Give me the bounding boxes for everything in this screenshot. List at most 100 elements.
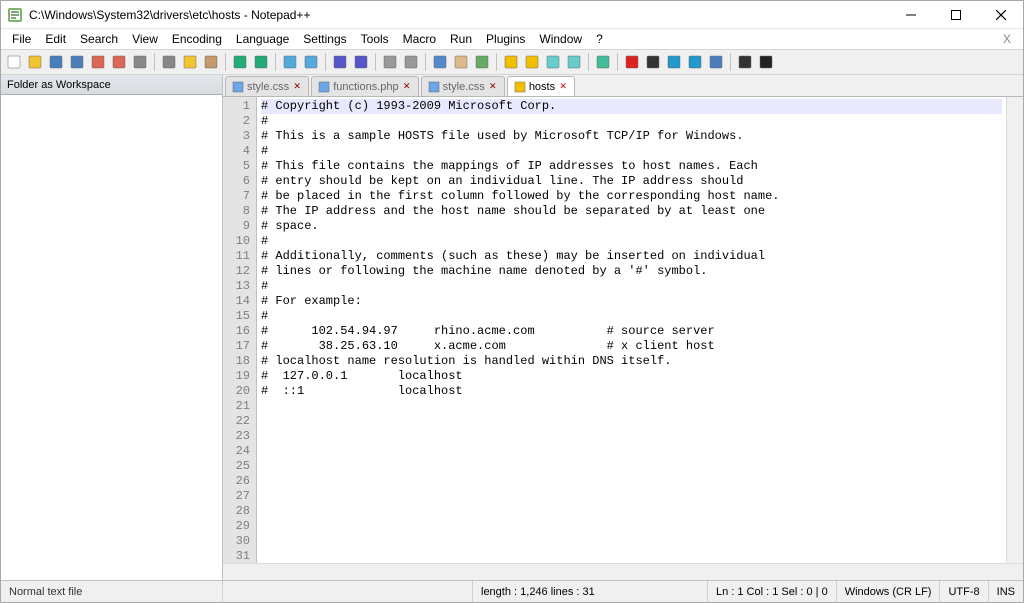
code-line[interactable]: #: [261, 279, 1002, 294]
func-list-icon[interactable]: [564, 52, 584, 72]
menu-settings[interactable]: Settings: [296, 30, 353, 48]
code-area[interactable]: # Copyright (c) 1993-2009 Microsoft Corp…: [257, 97, 1006, 563]
status-spacer: [223, 581, 473, 602]
tab-style-css[interactable]: style.css✕: [421, 76, 505, 96]
redo-icon[interactable]: [251, 52, 271, 72]
find-icon[interactable]: [280, 52, 300, 72]
code-line[interactable]: # Copyright (c) 1993-2009 Microsoft Corp…: [261, 99, 1002, 114]
code-line[interactable]: # localhost name resolution is handled w…: [261, 354, 1002, 369]
play-multi-icon[interactable]: [685, 52, 705, 72]
paste-icon[interactable]: [201, 52, 221, 72]
play-icon[interactable]: [664, 52, 684, 72]
copy-icon[interactable]: [180, 52, 200, 72]
close-button[interactable]: [978, 1, 1023, 29]
file-icon: [318, 81, 330, 93]
code-line[interactable]: [261, 549, 1002, 563]
minimize-button[interactable]: [888, 1, 933, 29]
code-line[interactable]: # lines or following the machine name de…: [261, 264, 1002, 279]
line-number-gutter: 1234567891011121314151617181920212223242…: [223, 97, 257, 563]
code-line[interactable]: # space.: [261, 219, 1002, 234]
menu-view[interactable]: View: [125, 30, 165, 48]
menubar-close-doc[interactable]: X: [996, 30, 1019, 48]
code-line[interactable]: #: [261, 114, 1002, 129]
code-line[interactable]: [261, 534, 1002, 549]
save-icon[interactable]: [46, 52, 66, 72]
editor[interactable]: 1234567891011121314151617181920212223242…: [223, 97, 1023, 563]
menu-encoding[interactable]: Encoding: [165, 30, 229, 48]
horizontal-scrollbar[interactable]: [223, 563, 1023, 580]
code-line[interactable]: [261, 519, 1002, 534]
code-line[interactable]: [261, 429, 1002, 444]
code-line[interactable]: [261, 489, 1002, 504]
tab-functions-php[interactable]: functions.php✕: [311, 76, 418, 96]
spell-check-icon[interactable]: [735, 52, 755, 72]
code-line[interactable]: # ::1 localhost: [261, 384, 1002, 399]
tab-close-icon[interactable]: ✕: [292, 82, 302, 92]
undo-icon[interactable]: [230, 52, 250, 72]
open-file-icon[interactable]: [25, 52, 45, 72]
maximize-button[interactable]: [933, 1, 978, 29]
print-icon[interactable]: [130, 52, 150, 72]
code-line[interactable]: #: [261, 234, 1002, 249]
file-icon: [428, 81, 440, 93]
code-line[interactable]: # The IP address and the host name shoul…: [261, 204, 1002, 219]
code-line[interactable]: [261, 414, 1002, 429]
new-file-icon[interactable]: [4, 52, 24, 72]
toggle-dark-icon[interactable]: [756, 52, 776, 72]
zoom-in-icon[interactable]: [330, 52, 350, 72]
code-line[interactable]: [261, 399, 1002, 414]
folder-icon[interactable]: [522, 52, 542, 72]
close-icon[interactable]: [88, 52, 108, 72]
tab-hosts[interactable]: hosts✕: [507, 76, 575, 96]
code-line[interactable]: # For example:: [261, 294, 1002, 309]
menu-language[interactable]: Language: [229, 30, 296, 48]
tab-close-icon[interactable]: ✕: [402, 82, 412, 92]
menu-macro[interactable]: Macro: [396, 30, 443, 48]
code-line[interactable]: # This is a sample HOSTS file used by Mi…: [261, 129, 1002, 144]
menu-tools[interactable]: Tools: [354, 30, 396, 48]
menu-[interactable]: ?: [589, 30, 610, 48]
code-line[interactable]: # This file contains the mappings of IP …: [261, 159, 1002, 174]
menu-file[interactable]: File: [5, 30, 38, 48]
code-line[interactable]: [261, 444, 1002, 459]
tab-close-icon[interactable]: ✕: [558, 82, 568, 92]
code-line[interactable]: [261, 504, 1002, 519]
code-line[interactable]: #: [261, 144, 1002, 159]
stop-icon[interactable]: [643, 52, 663, 72]
code-line[interactable]: # 102.54.94.97 rhino.acme.com # source s…: [261, 324, 1002, 339]
doc-map-icon[interactable]: [543, 52, 563, 72]
menu-window[interactable]: Window: [532, 30, 589, 48]
close-all-icon[interactable]: [109, 52, 129, 72]
record-icon[interactable]: [622, 52, 642, 72]
monitor-icon[interactable]: [593, 52, 613, 72]
sidebar-body[interactable]: [1, 95, 222, 580]
menubar: FileEditSearchViewEncodingLanguageSettin…: [1, 29, 1023, 49]
save-macro-icon[interactable]: [706, 52, 726, 72]
code-line[interactable]: # entry should be kept on an individual …: [261, 174, 1002, 189]
code-line[interactable]: # 127.0.0.1 localhost: [261, 369, 1002, 384]
indent-guide-icon[interactable]: [472, 52, 492, 72]
sync-h-icon[interactable]: [401, 52, 421, 72]
save-all-icon[interactable]: [67, 52, 87, 72]
sync-v-icon[interactable]: [380, 52, 400, 72]
menu-run[interactable]: Run: [443, 30, 479, 48]
lang-icon[interactable]: [501, 52, 521, 72]
all-chars-icon[interactable]: [451, 52, 471, 72]
tab-close-icon[interactable]: ✕: [488, 82, 498, 92]
code-line[interactable]: [261, 474, 1002, 489]
menu-search[interactable]: Search: [73, 30, 125, 48]
zoom-out-icon[interactable]: [351, 52, 371, 72]
code-line[interactable]: # Additionally, comments (such as these)…: [261, 249, 1002, 264]
code-line[interactable]: #: [261, 309, 1002, 324]
word-wrap-icon[interactable]: [430, 52, 450, 72]
app-icon: [7, 7, 23, 23]
vertical-scrollbar[interactable]: [1006, 97, 1023, 563]
code-line[interactable]: [261, 459, 1002, 474]
menu-edit[interactable]: Edit: [38, 30, 73, 48]
tab-style-css[interactable]: style.css✕: [225, 76, 309, 96]
code-line[interactable]: # 38.25.63.10 x.acme.com # x client host: [261, 339, 1002, 354]
replace-icon[interactable]: [301, 52, 321, 72]
code-line[interactable]: # be placed in the first column followed…: [261, 189, 1002, 204]
menu-plugins[interactable]: Plugins: [479, 30, 532, 48]
cut-icon[interactable]: [159, 52, 179, 72]
